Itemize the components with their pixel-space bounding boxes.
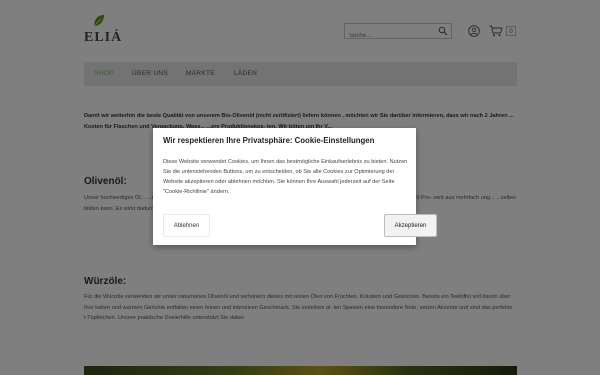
decline-button[interactable]: Ablehnen: [163, 214, 210, 237]
accept-button[interactable]: Akzeptieren: [384, 214, 437, 237]
cookie-dialog-text: Diese Website verwendet Cookies, um Ihne…: [163, 159, 408, 195]
cookie-consent-dialog: Wir respektieren Ihre Privatsphäre: Cook…: [153, 128, 437, 245]
cookie-dialog-title: Wir respektieren Ihre Privatsphäre: Cook…: [163, 136, 375, 145]
page: ELIÁ 0 SHOP ÜBER UNS MÄRKTE LÄDEN Damit …: [0, 0, 600, 375]
